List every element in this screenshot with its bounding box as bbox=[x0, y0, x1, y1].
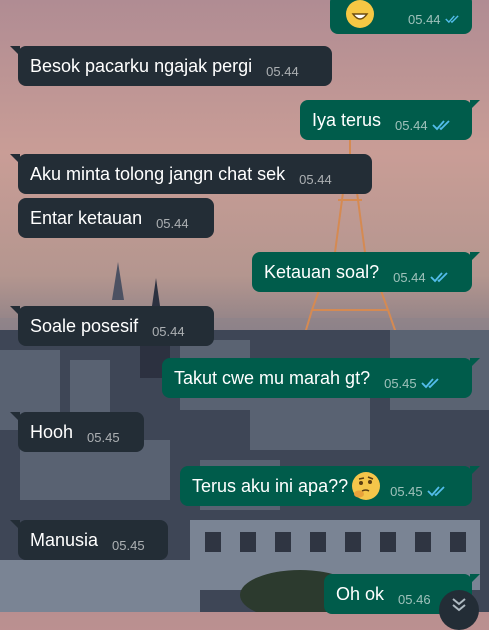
message-text: Besok pacarku ngajak pergi bbox=[30, 55, 253, 76]
double-chevron-down-icon bbox=[452, 598, 466, 612]
message-time: 05.44 bbox=[393, 269, 426, 285]
message-text: Takut cwe mu marah gt? bbox=[174, 367, 371, 388]
message-text: Oh ok bbox=[336, 583, 385, 604]
message-text: Terus aku ini apa?? bbox=[192, 475, 349, 496]
message-bubble-incoming[interactable]: Besok pacarku ngajak pergi 05.44 bbox=[10, 46, 332, 86]
message-time: 05.44 bbox=[408, 11, 441, 27]
read-double-check-icon bbox=[431, 120, 450, 131]
message-time: 05.45 bbox=[384, 375, 417, 391]
message-bubble-outgoing[interactable]: 05.44 bbox=[330, 0, 472, 34]
message-text: Ketauan soal? bbox=[264, 261, 380, 282]
thinking-face-emoji-icon bbox=[352, 472, 381, 500]
message-text: Manusia bbox=[30, 529, 99, 550]
message-time: 05.46 bbox=[398, 591, 431, 607]
message-text: Entar ketauan bbox=[30, 207, 143, 228]
message-time: 05.45 bbox=[87, 429, 120, 445]
message-time: 05.44 bbox=[299, 171, 332, 187]
message-text: Aku minta tolong jangn chat sek bbox=[30, 163, 286, 184]
message-bubble-incoming[interactable]: Aku minta tolong jangn chat sek 05.44 bbox=[10, 154, 372, 194]
message-text: Iya terus bbox=[312, 109, 382, 130]
message-bubble-incoming[interactable]: Soale posesif 05.44 bbox=[10, 306, 214, 346]
read-double-check-icon bbox=[427, 486, 445, 497]
message-bubble-incoming[interactable]: Entar ketauan 05.44 bbox=[18, 198, 214, 238]
message-time: 05.44 bbox=[156, 215, 189, 231]
message-bubble-incoming[interactable]: Manusia 05.45 bbox=[10, 520, 168, 560]
message-time: 05.44 bbox=[266, 63, 299, 79]
message-bubble-incoming[interactable]: Hooh 05.45 bbox=[10, 412, 144, 452]
message-time: 05.45 bbox=[112, 537, 145, 553]
read-double-check-icon bbox=[444, 15, 459, 24]
message-text: Soale posesif bbox=[30, 315, 139, 336]
message-bubble-outgoing[interactable]: Takut cwe mu marah gt? 05.45 bbox=[162, 358, 480, 398]
read-double-check-icon bbox=[421, 378, 439, 389]
scroll-to-bottom-button[interactable] bbox=[439, 590, 479, 630]
read-double-check-icon bbox=[430, 272, 448, 283]
message-time: 05.44 bbox=[395, 117, 428, 133]
message-bubble-outgoing[interactable]: Ketauan soal? 05.44 bbox=[252, 252, 480, 292]
message-time: 05.44 bbox=[152, 323, 185, 339]
message-time: 05.45 bbox=[390, 483, 423, 499]
grinning-face-emoji-icon bbox=[346, 0, 374, 28]
message-text: Hooh bbox=[30, 421, 74, 442]
message-bubble-outgoing[interactable]: Iya terus 05.44 bbox=[300, 100, 480, 140]
message-bubble-outgoing[interactable]: Terus aku ini apa?? 05.45 bbox=[180, 466, 480, 506]
